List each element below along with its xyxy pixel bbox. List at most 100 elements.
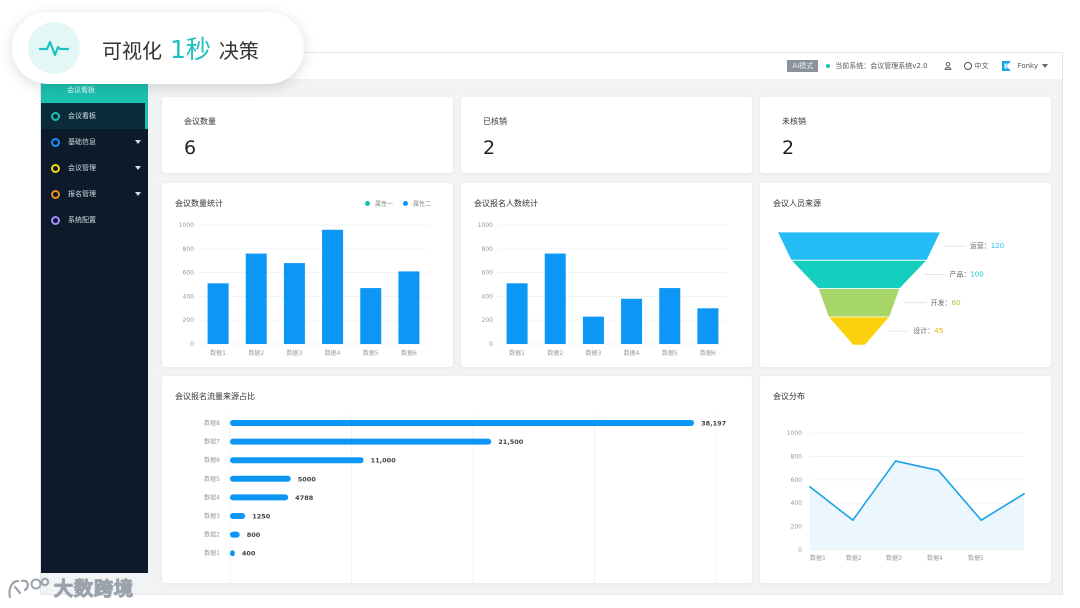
- x-tick-label: 数据5: [363, 349, 379, 357]
- y-tick-label: 600: [482, 270, 494, 277]
- user-name: Fonky: [1017, 62, 1038, 70]
- y-tick-label: 400: [482, 293, 494, 300]
- stage: 可视化 1秒 决策 会议看板 会议看板基础信息会议管理报名管理系统配置 AI模式…: [0, 0, 1080, 608]
- user-settings-button[interactable]: [944, 62, 952, 70]
- data-point: [851, 519, 854, 522]
- data-label: 4788: [295, 494, 314, 502]
- y-tick-label: 800: [482, 246, 494, 253]
- y-tick-label: 0: [489, 341, 493, 348]
- watermark-text: 大数跨境: [53, 578, 135, 601]
- user-menu[interactable]: Fonky: [1001, 60, 1048, 72]
- bar: [582, 316, 604, 344]
- bar: [283, 263, 305, 344]
- stat-card-verified: 已核销 2: [461, 97, 752, 173]
- x-tick-label: 数据4: [624, 349, 640, 357]
- y-tick-label: 1000: [787, 430, 802, 437]
- data-point: [937, 469, 940, 472]
- meeting-distribution-chart-card: 会议分布 0 200 400 600 800 1000 数据1 数据2 数据3 数据4 数据5: [760, 376, 1051, 583]
- bar-chart: 0 200 400 600 800 1000 数据1 数据2 数据3 数据4 数据5 数据6: [478, 222, 727, 357]
- sidebar-header: 会议看板: [41, 81, 148, 103]
- y-tick-label: 400: [791, 500, 803, 507]
- stat-value: 6: [184, 137, 197, 159]
- bar: [659, 288, 681, 344]
- bar: [621, 298, 643, 344]
- bar: [544, 253, 566, 344]
- funnel-chart: 运营：120 产品：100 开发：60 设计：45: [776, 231, 1004, 346]
- sidebar-item-registration[interactable]: 报名管理: [41, 181, 148, 207]
- ring-icon: [51, 189, 60, 199]
- bar: [230, 550, 235, 557]
- data-point: [980, 519, 983, 522]
- y-tick-label: 800: [183, 246, 195, 253]
- y-tick-label: 200: [791, 524, 803, 531]
- meeting-count-chart-card: 会议数量统计 属性一 属性二 0 200 400 600 800 1000 数据1 数据2 数据…: [162, 183, 453, 367]
- person-icon: [944, 62, 951, 70]
- ring-icon: [51, 163, 60, 173]
- sidebar-item-basic-info[interactable]: 基础信息: [41, 129, 148, 155]
- bar: [230, 438, 492, 445]
- y-tick-label: 400: [183, 293, 195, 300]
- funnel-label: 开发：60: [931, 298, 961, 307]
- traffic-source-chart-card: 会议报名流量来源占比 0100002000030,00040,000数据838,…: [162, 376, 752, 583]
- funnel-segment: [790, 259, 928, 289]
- bar: [398, 271, 420, 344]
- badge-text-emphasis: 1秒: [170, 35, 211, 64]
- pulse-icon: [28, 22, 80, 74]
- y-tick-label: 数据8: [204, 419, 220, 427]
- x-tick-label: 数据2: [248, 349, 264, 357]
- ring-icon: [51, 137, 60, 147]
- bar-chart: 0 200 400 600 800 1000 数据1 数据2 数据3 数据4 数据5 数据6: [179, 222, 428, 357]
- bar: [697, 308, 719, 344]
- y-tick-label: 600: [183, 270, 195, 277]
- x-tick-label: 数据1: [210, 349, 226, 357]
- x-tick-label: 数据2: [846, 554, 862, 562]
- badge-text-before: 可视化: [102, 39, 162, 63]
- data-point: [809, 485, 811, 488]
- bar: [230, 457, 364, 464]
- chevron-down-icon: [1042, 64, 1048, 68]
- y-tick-label: 数据2: [204, 531, 220, 539]
- funnel-label-name: 设计：: [913, 326, 934, 335]
- sidebar-item-meeting-management[interactable]: 会议管理: [41, 155, 148, 181]
- language-switch[interactable]: 中文: [963, 61, 989, 71]
- y-tick-label: 数据5: [204, 475, 220, 483]
- bar: [207, 283, 229, 344]
- sidebar-item-label: 会议管理: [68, 164, 96, 172]
- badge-text-after: 决策: [218, 39, 259, 63]
- data-label: 5000: [298, 475, 317, 483]
- brand-logo-icon: [1001, 61, 1011, 71]
- data-label: 800: [247, 531, 261, 539]
- chevron-down-icon: [135, 140, 141, 144]
- system-name: 当前系统：会议管理系统v2.0: [835, 62, 928, 70]
- y-tick-label: 800: [791, 453, 803, 460]
- sidebar: 会议看板 会议看板基础信息会议管理报名管理系统配置: [41, 53, 148, 573]
- sidebar-item-label: 基础信息: [68, 138, 96, 146]
- sidebar-item-label: 会议看板: [68, 112, 96, 120]
- system-indicator[interactable]: 当前系统：会议管理系统v2.0: [826, 61, 928, 71]
- chevron-down-icon: [135, 166, 141, 170]
- x-tick-label: 数据4: [927, 554, 943, 562]
- y-tick-label: 数据4: [204, 493, 220, 501]
- mode-toggle[interactable]: AI模式: [787, 60, 819, 72]
- data-label: 1250: [252, 513, 271, 521]
- stat-value: 2: [483, 137, 496, 159]
- sidebar-item-label: 系统配置: [68, 216, 96, 224]
- x-tick-label: 数据1: [509, 349, 525, 357]
- watermark-logo-icon: [8, 577, 50, 598]
- stat-label: 会议数量: [184, 117, 216, 126]
- funnel-label: 产品：100: [949, 269, 983, 278]
- chevron-down-icon: [135, 192, 141, 196]
- y-tick-label: 数据3: [204, 512, 220, 520]
- dashboard-window: 会议看板 会议看板基础信息会议管理报名管理系统配置 AI模式 当前系统：会议管理…: [40, 52, 1063, 595]
- y-tick-label: 数据7: [204, 438, 220, 446]
- registration-count-chart-card: 会议报名人数统计 0 200 400 600 800 1000 数据1 数据2 数据3 数据4 数据…: [461, 183, 752, 367]
- stat-label: 已核销: [483, 117, 507, 126]
- x-tick-label: 数据5: [968, 554, 984, 562]
- sidebar-item-system-config[interactable]: 系统配置: [41, 207, 148, 233]
- sidebar-item-dashboard[interactable]: 会议看板: [41, 103, 148, 129]
- watermark: 大数跨境: [6, 574, 134, 601]
- x-tick-label: 数据6: [700, 349, 716, 357]
- line-area: [810, 461, 1024, 550]
- horizontal-bar-chart: 0100002000030,00040,000数据838,197数据721,50…: [204, 414, 726, 583]
- stat-card-meetings: 会议数量 6: [162, 97, 453, 173]
